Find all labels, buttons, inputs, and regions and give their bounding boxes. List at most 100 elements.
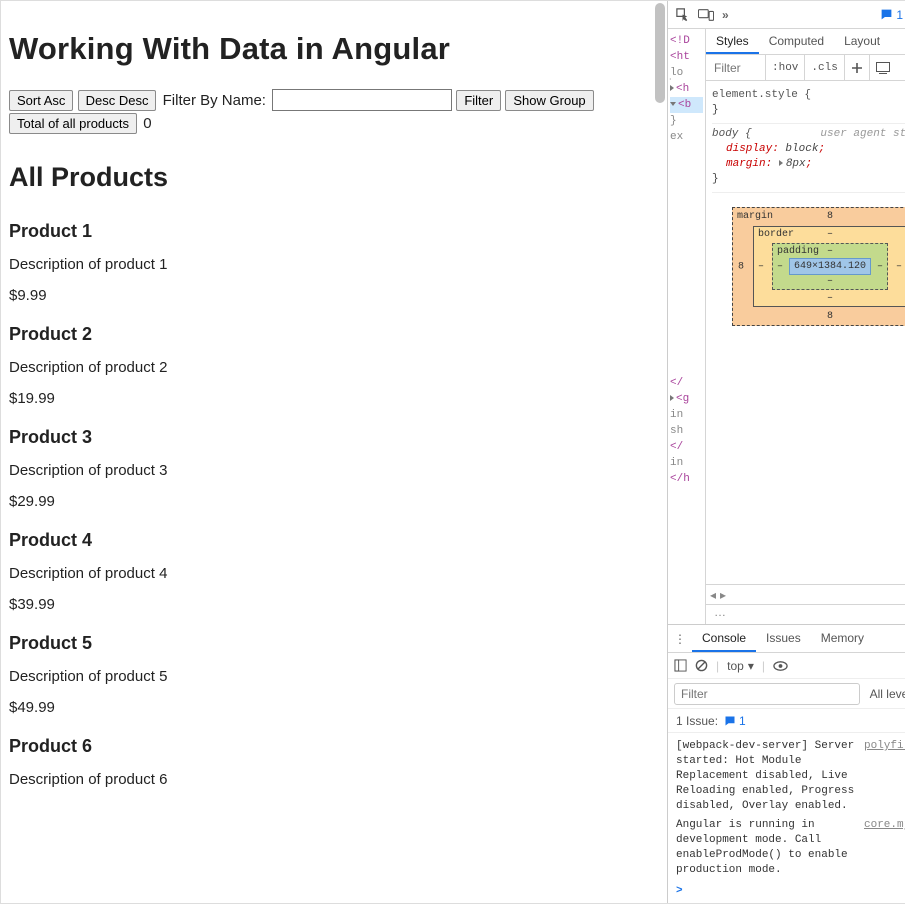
product-price: $9.99 (9, 287, 659, 304)
elements-tree-line[interactable]: lo (670, 65, 703, 81)
tab-layout[interactable]: Layout (834, 29, 890, 54)
bm-border-left: – (758, 261, 764, 272)
drawer-menu-icon[interactable]: ⋮ (668, 625, 692, 652)
product-item: Product 5Description of product 5$49.99 (9, 633, 659, 716)
console-filter-input[interactable] (674, 683, 860, 705)
filter-button[interactable]: Filter (456, 90, 501, 111)
product-price: $19.99 (9, 390, 659, 407)
filter-input[interactable] (272, 89, 452, 111)
console-prompt[interactable]: > (676, 880, 905, 899)
tab-memory[interactable]: Memory (811, 625, 874, 652)
breadcrumb-more[interactable]: … (706, 604, 905, 624)
breadcrumb-nav: ◂ ▸ (706, 584, 905, 604)
product-name: Product 6 (9, 736, 659, 757)
total-value: 0 (143, 115, 151, 132)
tab-styles[interactable]: Styles (706, 29, 759, 54)
drawer-tabs: ⋮ Console Issues Memory (668, 625, 905, 653)
product-item: Product 2Description of product 2$19.99 (9, 324, 659, 407)
css-property[interactable]: display: block; (726, 142, 905, 157)
devtools-panel: » 1 ⋯ <!D<htlo<h<b}ex </<ginsh</in</h St… (667, 1, 905, 903)
bm-padding-right: – (877, 261, 883, 272)
styles-rules[interactable]: element.style { } body { user agent styl… (706, 81, 905, 197)
sort-desc-button[interactable]: Desc Desc (78, 90, 157, 111)
product-description: Description of product 1 (9, 256, 659, 273)
elements-tree-line[interactable]: } (670, 113, 703, 129)
elements-tree-line[interactable]: <g (670, 391, 703, 407)
filter-label: Filter By Name: (163, 92, 266, 109)
console-context-label: top (727, 659, 744, 673)
log-levels-selector[interactable]: All levels ▾ (870, 687, 905, 701)
elements-tree-line[interactable]: </h (670, 471, 703, 487)
product-name: Product 5 (9, 633, 659, 654)
messages-count: 1 (896, 8, 903, 22)
css-property[interactable]: margin: 8px; (726, 157, 905, 172)
more-tabs-icon[interactable]: » (722, 8, 729, 22)
box-model[interactable]: margin 8 8 8 8 border – – – – padding (706, 197, 905, 336)
console-message: Angular is running in development mode. … (676, 818, 856, 878)
elements-tree-line[interactable]: in (670, 407, 703, 423)
product-item: Product 4Description of product 4$39.99 (9, 530, 659, 613)
console-entry[interactable]: Angular is running in development mode. … (676, 816, 905, 880)
device-toggle-icon[interactable] (698, 7, 714, 23)
console-entry[interactable]: [webpack-dev-server] Server started: Hot… (676, 737, 905, 816)
product-description: Description of product 6 (9, 771, 659, 788)
bm-margin-bottom: 8 (827, 311, 833, 322)
app-page: Working With Data in Angular Sort Asc De… (1, 1, 667, 903)
page-scrollbar[interactable] (653, 1, 667, 903)
product-price: $29.99 (9, 493, 659, 510)
selected-dots-icon: ⋯ (668, 73, 672, 89)
page-title: Working With Data in Angular (9, 31, 659, 67)
inspect-icon[interactable] (674, 7, 690, 23)
elements-tree-line[interactable]: <ht (670, 49, 703, 65)
elements-tree-line[interactable]: <h (670, 81, 703, 97)
element-style-selector: element.style { (712, 89, 811, 101)
elements-tree-line[interactable]: <b (670, 97, 703, 113)
elements-tree-line[interactable]: ex (670, 129, 703, 145)
console-toolbar: | top ▾ | (668, 653, 905, 679)
elements-tree-line[interactable]: in (670, 455, 703, 471)
console-sidebar-icon[interactable] (674, 659, 687, 672)
bm-border-bottom: – (827, 293, 833, 304)
elements-tree[interactable]: ⋯ <!D<htlo<h<b}ex </<ginsh</in</h (668, 29, 706, 624)
product-item: Product 6 Description of product 6 (9, 736, 659, 788)
cls-toggle[interactable]: .cls (805, 55, 844, 80)
console-log[interactable]: [webpack-dev-server] Server started: Hot… (668, 733, 905, 903)
elements-tree-line[interactable]: </ (670, 439, 703, 455)
element-style-close: } (712, 103, 905, 118)
elements-tree-line[interactable]: sh (670, 423, 703, 439)
clear-console-icon[interactable] (695, 659, 708, 672)
elements-tree-line[interactable]: </ (670, 375, 703, 391)
console-source-link[interactable]: polyfills. (864, 739, 905, 814)
product-description: Description of product 2 (9, 359, 659, 376)
styles-toolbar: :hov .cls (706, 55, 905, 81)
tab-computed[interactable]: Computed (759, 29, 834, 54)
devtools-topbar: » 1 (668, 1, 905, 29)
live-expression-icon[interactable] (773, 660, 788, 672)
tab-console[interactable]: Console (692, 625, 756, 652)
devtools-drawer: ⋮ Console Issues Memory | top ▾ | (668, 624, 905, 903)
breadcrumb-left-icon[interactable]: ◂ (710, 588, 716, 602)
show-group-button[interactable]: Show Group (505, 90, 593, 111)
sort-asc-button[interactable]: Sort Asc (9, 90, 73, 111)
console-context-selector[interactable]: top ▾ (727, 659, 754, 673)
messages-badge[interactable]: 1 (880, 8, 903, 22)
body-selector: body { (712, 128, 752, 140)
elements-tree-line[interactable]: <!D (670, 33, 703, 49)
bm-margin-left: 8 (738, 261, 744, 272)
body-close: } (712, 172, 905, 187)
computed-styles-icon[interactable] (870, 55, 896, 80)
new-rule-icon[interactable] (845, 55, 870, 80)
scrollbar-thumb[interactable] (655, 3, 665, 103)
hov-toggle[interactable]: :hov (766, 55, 805, 80)
tab-issues[interactable]: Issues (756, 625, 811, 652)
total-button[interactable]: Total of all products (9, 113, 137, 134)
bm-border-label: border (758, 229, 794, 240)
bm-padding-bottom: – (827, 276, 833, 287)
log-levels-label: All levels (870, 687, 905, 701)
product-description: Description of product 5 (9, 668, 659, 685)
issues-bar[interactable]: 1 Issue: 1 (668, 709, 905, 733)
styles-filter-input[interactable] (706, 55, 766, 80)
console-source-link[interactable]: core.mjs:2 (864, 818, 905, 878)
breadcrumb-right-icon[interactable]: ▸ (720, 588, 726, 602)
product-name: Product 4 (9, 530, 659, 551)
